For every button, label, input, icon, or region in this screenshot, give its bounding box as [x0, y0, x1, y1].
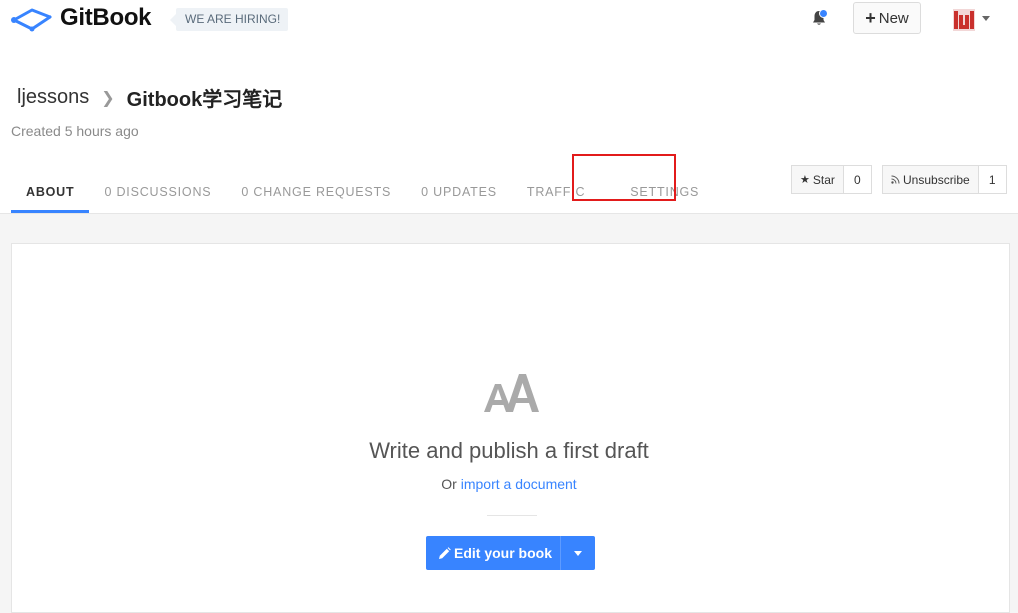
created-timestamp: Created 5 hours ago — [11, 123, 139, 139]
hiring-badge[interactable]: WE ARE HIRING! — [169, 8, 289, 31]
pencil-icon — [439, 546, 451, 559]
tab-updates[interactable]: 0 UPDATES — [406, 172, 512, 213]
notification-dot — [819, 9, 828, 18]
breadcrumb-book-title[interactable]: Gitbook学习笔记 — [127, 83, 283, 112]
breadcrumb-owner[interactable]: ljessons — [17, 86, 89, 109]
gitbook-logo[interactable]: GitBook — [10, 3, 152, 33]
edit-options-dropdown[interactable] — [560, 536, 595, 570]
user-avatar[interactable] — [953, 9, 975, 31]
gitbook-logo-icon — [11, 8, 52, 32]
chevron-right-icon: ❯ — [101, 89, 115, 107]
unsubscribe-button[interactable]: Unsubscribe — [882, 165, 979, 194]
star-group: ★ Star 0 — [791, 165, 872, 194]
caret-down-icon — [574, 550, 582, 556]
import-document-link[interactable]: import a document — [461, 476, 577, 492]
subscriber-count: 1 — [978, 165, 1007, 194]
tab-change-requests[interactable]: 0 CHANGE REQUESTS — [226, 172, 406, 213]
top-navbar: GitBook WE ARE HIRING! + New — [0, 0, 1018, 40]
tab-discussions[interactable]: 0 DISCUSSIONS — [89, 172, 226, 213]
rss-icon — [891, 175, 900, 184]
edit-book-label: Edit your book — [454, 545, 552, 561]
unsubscribe-label: Unsubscribe — [903, 172, 970, 187]
star-icon: ★ — [800, 174, 810, 186]
import-prefix: Or — [441, 476, 457, 492]
star-button[interactable]: ★ Star — [791, 165, 844, 194]
new-button-label: New — [878, 9, 909, 27]
edit-book-button-group: Edit your book — [426, 536, 595, 570]
settings-highlight-box — [572, 154, 676, 201]
breadcrumb: ljessons ❯ Gitbook学习笔记 — [17, 83, 282, 112]
star-label: Star — [812, 172, 835, 187]
new-button[interactable]: + New — [853, 2, 921, 34]
empty-state-title: Write and publish a first draft — [369, 438, 649, 463]
font-aa-icon — [484, 374, 539, 412]
plus-icon: + — [865, 8, 876, 28]
caret-down-icon[interactable] — [982, 16, 990, 21]
brand-name: GitBook — [60, 4, 152, 31]
divider — [487, 515, 537, 516]
edit-book-button[interactable]: Edit your book — [426, 536, 560, 570]
tab-about[interactable]: ABOUT — [11, 172, 90, 213]
star-count: 0 — [843, 165, 872, 194]
import-line: Or import a document — [0, 476, 1018, 492]
unsubscribe-group: Unsubscribe 1 — [882, 165, 1007, 194]
